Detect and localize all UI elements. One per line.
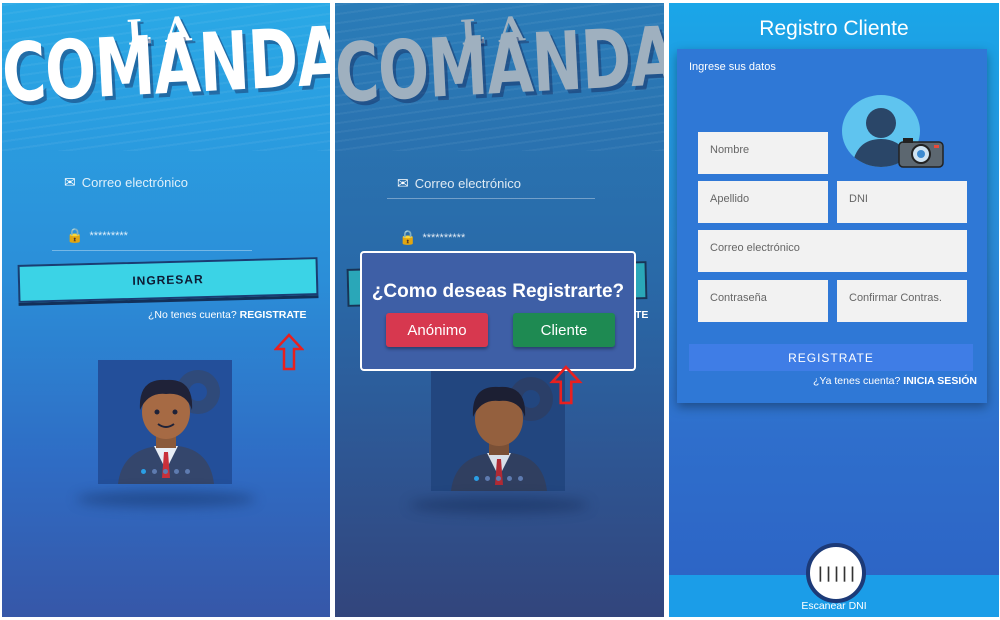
- scan-dni-label: Escanear DNI: [801, 600, 867, 612]
- avatar-shadow: [409, 497, 589, 513]
- email-placeholder: Correo electrónico: [81, 174, 188, 190]
- arrow-up-icon: [274, 333, 304, 371]
- carousel-dots[interactable]: [98, 469, 232, 474]
- avatar-shadow: [76, 491, 256, 507]
- dialog-title: ¿Como deseas Registrarte?: [371, 281, 625, 302]
- client-button[interactable]: Cliente: [513, 313, 615, 347]
- email-field[interactable]: ✉ Correo electrónico: [387, 169, 595, 199]
- email-field[interactable]: ✉ Correo electrónico: [64, 167, 264, 197]
- register-type-dialog: ¿Como deseas Registrarte? Anónimo Client…: [360, 251, 636, 371]
- register-prompt: ¿No tenes cuenta? REGISTRATE: [148, 309, 307, 321]
- register-choice-screen: .LA. COMANDA ✉ Correo electrónico 🔒 ****…: [335, 3, 664, 617]
- lock-icon: 🔒: [66, 227, 84, 243]
- login-link[interactable]: INICIA SESIÓN: [903, 375, 977, 387]
- form-subtitle: Ingrese sus datos: [689, 61, 776, 73]
- register-link[interactable]: REGISTRATE: [240, 309, 307, 321]
- avatar-illustration: [98, 360, 232, 484]
- no-account-text: ¿No tenes cuenta?: [148, 309, 237, 321]
- logo-main-text: COMANDA: [2, 9, 330, 122]
- scan-dni-button[interactable]: |||||: [806, 543, 866, 603]
- logo-banner: .LA. COMANDA: [2, 3, 330, 151]
- login-button[interactable]: INGRESAR: [17, 257, 319, 303]
- register-button[interactable]: REGISTRATE: [689, 344, 973, 371]
- anonymous-button[interactable]: Anónimo: [386, 313, 488, 347]
- confirm-password-input[interactable]: Confirmar Contras.: [837, 280, 967, 322]
- dni-input[interactable]: DNI: [837, 181, 967, 223]
- password-input[interactable]: Contraseña: [698, 280, 828, 322]
- password-field[interactable]: 🔒 **********: [387, 223, 595, 253]
- page-title: Registro Cliente: [759, 17, 909, 40]
- have-account-text: ¿Ya tenes cuenta?: [812, 375, 901, 387]
- avatar-illustration: [431, 367, 565, 491]
- camera-icon[interactable]: [897, 135, 945, 169]
- email-input[interactable]: Correo electrónico: [698, 230, 967, 272]
- name-input[interactable]: Nombre: [698, 132, 828, 174]
- password-value: **********: [422, 231, 466, 244]
- lock-icon: 🔒: [399, 229, 417, 245]
- carousel-dots[interactable]: [431, 476, 565, 481]
- email-placeholder: Correo electrónico: [414, 176, 521, 191]
- lastname-input[interactable]: Apellido: [698, 181, 828, 223]
- arrow-up-icon: [549, 365, 583, 405]
- envelope-icon: ✉: [64, 173, 76, 190]
- logo-main-text: COMANDA: [335, 9, 664, 122]
- logo-banner: .LA. COMANDA: [335, 3, 664, 151]
- barcode-icon: |||||: [815, 564, 857, 582]
- register-link-partial: TE: [635, 309, 649, 321]
- envelope-icon: ✉: [397, 175, 409, 191]
- login-screen: .LA. COMANDA ✉ Correo electrónico 🔒 ****…: [2, 3, 330, 617]
- password-field[interactable]: 🔒 *********: [52, 221, 252, 251]
- client-register-screen: Registro Cliente Ingrese sus datos Nombr…: [669, 3, 999, 617]
- login-prompt: ¿Ya tenes cuenta? INICIA SESIÓN: [813, 375, 977, 387]
- register-form-card: Ingrese sus datos Nombre Apellido DNI Co…: [677, 49, 987, 403]
- password-value: *********: [89, 229, 128, 242]
